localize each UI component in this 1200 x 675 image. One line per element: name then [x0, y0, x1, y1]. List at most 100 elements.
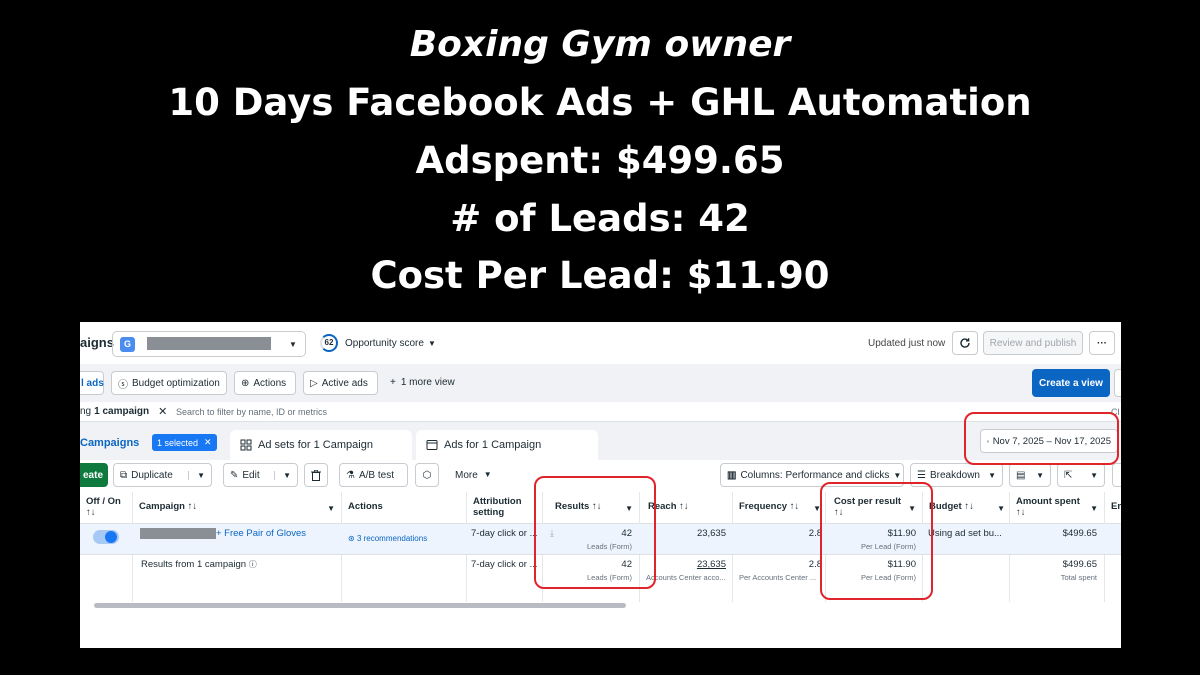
col-header-attribution[interactable]: Attribution setting: [467, 492, 542, 524]
frequency-value: 2.8: [808, 528, 822, 539]
tab-ads[interactable]: Ads for 1 Campaign: [416, 430, 598, 460]
more-label: More: [455, 470, 478, 481]
tab-campaigns[interactable]: Campaigns: [80, 437, 139, 449]
account-name-redacted: [147, 337, 271, 350]
columns-icon: ▥: [727, 469, 737, 481]
ad-icon: [426, 440, 438, 450]
more-dropdown[interactable]: More ▼: [455, 470, 492, 481]
page-title: aigns: [80, 335, 114, 350]
chevron-down-icon: ▼: [483, 470, 492, 479]
recommendations-link[interactable]: ⊛ 3 recommendations: [348, 534, 427, 543]
headline-leads: # of Leads: 42: [450, 197, 750, 240]
filter-chip-prefix: ng: [80, 406, 92, 417]
frequency-subtext: Per Accounts Center ...: [739, 573, 817, 582]
more-view-link[interactable]: + 1 more view: [390, 377, 455, 388]
view-toolbar: l ads ⓢ Budget optimization ⊕ Actions ▷ …: [80, 364, 1121, 402]
attribution-value: 7-day click or ...: [471, 528, 538, 539]
trash-icon: [311, 469, 321, 481]
headline-line-1: Boxing Gym owner: [409, 24, 791, 65]
account-avatar: G: [120, 337, 135, 352]
col-header-amount-spent[interactable]: Amount spent ↑↓ ▼: [1010, 492, 1104, 524]
close-icon[interactable]: ✕: [204, 437, 212, 448]
actions-button[interactable]: ⊕ Actions: [234, 371, 296, 395]
refresh-button[interactable]: [952, 331, 978, 355]
budget-optimization-button[interactable]: ⓢ Budget optimization: [111, 371, 227, 395]
chevron-down-icon: ▼: [1090, 470, 1098, 480]
date-range-highlight: [964, 412, 1119, 465]
col-header-frequency[interactable]: Frequency ↑↓ ▼: [733, 492, 825, 524]
reports-dropdown[interactable]: ▤ ▼: [1009, 463, 1051, 487]
recommendation-icon: ⊛: [348, 534, 355, 543]
account-selector[interactable]: G ▼: [112, 331, 306, 357]
reach-value[interactable]: 23,635: [660, 559, 726, 570]
ab-test-button[interactable]: ⚗ A/B test: [339, 463, 408, 487]
review-publish-button[interactable]: Review and publish: [983, 331, 1083, 355]
search-filter-input[interactable]: Search to filter by name, ID or metrics: [176, 407, 327, 417]
chevron-down-icon: ▼: [428, 339, 436, 348]
campaign-name-link[interactable]: + Free Pair of Gloves: [216, 528, 306, 539]
breakdown-label: Breakdown: [929, 469, 980, 481]
budget-value: Using ad set bu...: [928, 528, 1002, 539]
col-header-campaign[interactable]: Campaign ↑↓ ▼: [133, 492, 341, 524]
refresh-icon: [960, 338, 970, 348]
cost-per-result-highlight: [820, 482, 933, 600]
headline-cost-per-lead: Cost Per Lead: $11.90: [370, 254, 830, 297]
sort-icon: ↑↓: [789, 501, 800, 512]
attribution-value: 7-day click or ...: [471, 559, 538, 570]
chevron-down-icon[interactable]: ▼: [188, 470, 205, 480]
toggle-knob: [105, 531, 117, 543]
selected-badge[interactable]: 1 selected ✕: [152, 434, 217, 451]
updated-status: Updated just now: [868, 338, 946, 349]
info-icon[interactable]: ⓘ: [249, 560, 257, 569]
sort-icon: ↑↓: [679, 501, 689, 512]
tab-ad-sets[interactable]: Ad sets for 1 Campaign: [230, 430, 412, 460]
reach-value: 23,635: [696, 528, 726, 539]
toolbar-overflow-button[interactable]: [1114, 369, 1121, 397]
col-header-actions[interactable]: Actions: [342, 492, 466, 524]
edit-button[interactable]: ✎ Edit ▼: [223, 463, 298, 487]
sort-icon: ↑↓: [1016, 507, 1026, 518]
actions-overflow-button[interactable]: [1112, 463, 1121, 487]
campaign-name-redacted: [140, 528, 216, 539]
close-icon[interactable]: ✕: [158, 405, 167, 418]
create-view-button[interactable]: Create a view: [1032, 369, 1110, 397]
sort-icon: ↑↓: [187, 501, 198, 512]
delete-button[interactable]: [304, 463, 328, 487]
grid-icon: [240, 439, 252, 451]
col-header-budget[interactable]: Budget ↑↓ ▼: [923, 492, 1009, 524]
chevron-down-icon: ▼: [1036, 470, 1044, 480]
more-options-button[interactable]: ···: [1089, 331, 1115, 355]
selected-count: 1 selected: [157, 437, 199, 448]
create-button[interactable]: eate: [80, 463, 108, 487]
opportunity-gauge-icon: 62: [320, 334, 338, 352]
sort-icon: ↑↓: [964, 501, 974, 512]
horizontal-scrollbar[interactable]: [94, 603, 626, 608]
duplicate-button[interactable]: ⧉ Duplicate ▼: [113, 463, 212, 487]
filter-chip[interactable]: ng 1 campaign ✕: [80, 405, 167, 418]
results-highlight: [534, 476, 656, 589]
chevron-down-icon: ▼: [893, 470, 902, 480]
ads-tab-button[interactable]: l ads: [80, 371, 104, 395]
col-header-ends[interactable]: En: [1105, 492, 1121, 524]
export-icon: ⇱: [1064, 469, 1073, 481]
sort-icon: ↑↓: [86, 507, 96, 518]
flask-icon: ⚗: [346, 469, 355, 481]
play-outline-icon: ▷: [310, 377, 318, 389]
results-summary-label: Results from 1 campaign ⓘ: [141, 559, 257, 570]
tag-button[interactable]: ⬡: [415, 463, 439, 487]
tab-ads-label: Ads for 1 Campaign: [444, 439, 542, 451]
breakdown-icon: ☰: [917, 469, 926, 481]
tab-ad-sets-label: Ad sets for 1 Campaign: [258, 439, 373, 451]
chevron-down-icon: ▼: [1090, 504, 1098, 513]
edit-label: Edit: [242, 469, 260, 481]
col-header-offon[interactable]: Off / On ↑↓: [80, 492, 132, 524]
active-ads-button[interactable]: ▷ Active ads: [303, 371, 378, 395]
chevron-down-icon: ▼: [988, 470, 996, 480]
opportunity-score-label[interactable]: Opportunity score: [345, 338, 424, 349]
export-dropdown[interactable]: ⇱ ▼: [1057, 463, 1105, 487]
chevron-down-icon[interactable]: ▼: [274, 470, 291, 480]
actions-label: Actions: [253, 377, 287, 389]
campaign-toggle[interactable]: [93, 530, 119, 544]
more-view-label: 1 more view: [400, 377, 455, 388]
filter-chip-label: 1 campaign: [94, 406, 150, 417]
